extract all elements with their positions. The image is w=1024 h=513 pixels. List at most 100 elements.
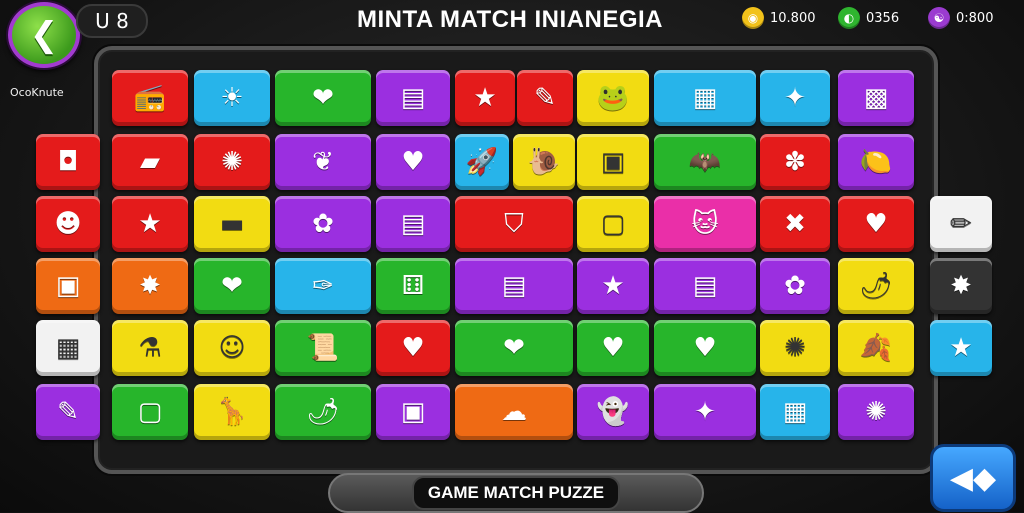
heart-icon: ♥ <box>864 209 888 239</box>
back-button[interactable]: ❮ <box>8 2 80 68</box>
game-tile[interactable]: ★ <box>455 70 515 126</box>
game-tile[interactable]: ▢ <box>577 196 649 252</box>
currency-value: 0356 <box>866 10 900 26</box>
cloud-icon: ☁ <box>501 397 527 427</box>
game-tile[interactable]: ▤ <box>455 258 573 314</box>
chili-icon: 🌶 <box>859 271 893 301</box>
game-tile[interactable]: ▤ <box>376 70 450 126</box>
wand-icon: ✦ <box>784 83 806 113</box>
game-tile[interactable]: ☻ <box>36 196 100 252</box>
star-icon: ✸ <box>139 271 161 301</box>
game-tile[interactable]: ▤ <box>654 258 756 314</box>
chest-icon: ▤ <box>400 209 426 239</box>
bandage-icon: ▰ <box>140 147 160 177</box>
flower-icon: ✿ <box>312 209 334 239</box>
game-tile[interactable]: 🍋 <box>838 134 914 190</box>
game-tile[interactable]: ♥ <box>654 320 756 376</box>
game-tile[interactable]: 🍂 <box>838 320 914 376</box>
game-tile[interactable]: 🚀 <box>455 134 509 190</box>
gear-icon: ✺ <box>784 333 806 363</box>
game-tile[interactable]: ✖ <box>760 196 830 252</box>
game-tile[interactable]: ❦ <box>275 134 371 190</box>
heart-icon: ❤ <box>221 271 243 301</box>
calculator-icon: ▩ <box>863 83 889 113</box>
frog-icon: 🐸 <box>596 83 630 113</box>
game-tile[interactable]: ☁ <box>455 384 573 440</box>
flower-icon: ✿ <box>784 271 806 301</box>
game-tile[interactable]: ⚅ <box>376 258 450 314</box>
game-tile[interactable]: ▬ <box>194 196 270 252</box>
game-tile[interactable]: ♥ <box>376 320 450 376</box>
side-label: OcoKnute <box>10 86 64 99</box>
glass-icon: ▢ <box>137 397 163 427</box>
game-tile[interactable]: ♥ <box>376 134 450 190</box>
game-tile[interactable]: ☀ <box>194 70 270 126</box>
game-tile[interactable]: ◘ <box>36 134 100 190</box>
game-tile[interactable]: 📻 <box>112 70 188 126</box>
shuffle-button[interactable]: ◀◆ <box>930 444 1016 512</box>
game-tile[interactable]: 📜 <box>275 320 371 376</box>
game-tile[interactable]: ✦ <box>760 70 830 126</box>
game-tile[interactable]: ❤ <box>275 70 371 126</box>
virus-icon: ✺ <box>221 147 243 177</box>
heart-icon: ❤ <box>312 83 334 113</box>
game-tile[interactable]: ▰ <box>112 134 188 190</box>
feather-icon: ✑ <box>312 271 334 301</box>
scroll-icon: 📜 <box>306 333 340 363</box>
game-tile[interactable]: 🐱 <box>654 196 756 252</box>
leaf-icon: ❦ <box>312 147 334 177</box>
camera-icon: ◘ <box>57 147 79 177</box>
folder-icon: ▤ <box>400 83 426 113</box>
game-tile[interactable]: 🐌 <box>513 134 575 190</box>
game-tile[interactable]: ▦ <box>36 320 100 376</box>
game-tile[interactable]: ❤ <box>455 320 573 376</box>
game-tile[interactable]: ♥ <box>577 320 649 376</box>
green-gem-icon: ◐ <box>838 7 860 29</box>
star-icon: ✸ <box>950 271 972 301</box>
game-tile[interactable]: ✎ <box>517 70 573 126</box>
game-tile[interactable]: 🦒 <box>194 384 270 440</box>
game-tile[interactable]: ▣ <box>376 384 450 440</box>
game-tile[interactable]: ★ <box>577 258 649 314</box>
game-tile[interactable]: ▦ <box>654 70 756 126</box>
game-tile[interactable]: ✺ <box>194 134 270 190</box>
game-tile[interactable]: ▣ <box>577 134 649 190</box>
game-tile[interactable]: 👻 <box>577 384 649 440</box>
game-tile[interactable]: ✏ <box>930 196 992 252</box>
game-tile[interactable]: ⛉ <box>455 196 573 252</box>
shield-icon: ⛉ <box>504 209 524 239</box>
game-tile[interactable]: ▦ <box>760 384 830 440</box>
game-tile[interactable]: ✺ <box>838 384 914 440</box>
game-tile[interactable]: ✽ <box>760 134 830 190</box>
game-tile[interactable]: ☺ <box>194 320 270 376</box>
game-tile[interactable]: ✿ <box>760 258 830 314</box>
game-tile[interactable]: ★ <box>112 196 188 252</box>
game-tile[interactable]: 🌶 <box>838 258 914 314</box>
pen-icon: ✎ <box>534 83 556 113</box>
game-tile[interactable]: ✑ <box>275 258 371 314</box>
game-tile[interactable]: ▢ <box>112 384 188 440</box>
game-tile[interactable]: ★ <box>930 320 992 376</box>
face-icon: ☺ <box>218 333 246 363</box>
game-tile[interactable]: ✺ <box>760 320 830 376</box>
game-tile[interactable]: ⚗ <box>112 320 188 376</box>
game-tile[interactable]: ▤ <box>376 196 450 252</box>
game-tile[interactable]: ❤ <box>194 258 270 314</box>
game-tile[interactable]: ♥ <box>838 196 914 252</box>
game-tile[interactable]: ✸ <box>112 258 188 314</box>
game-tile[interactable]: ✦ <box>654 384 756 440</box>
smiley-icon: ☻ <box>54 209 82 239</box>
game-tile[interactable]: ✎ <box>36 384 100 440</box>
pencil-icon: ✎ <box>57 397 79 427</box>
game-tile[interactable]: 🦇 <box>654 134 756 190</box>
game-tile[interactable]: ✿ <box>275 196 371 252</box>
toast-icon: ▢ <box>600 209 626 239</box>
bottle-icon: ⚗ <box>138 333 162 363</box>
game-tile[interactable]: ▣ <box>36 258 100 314</box>
disk-icon: ▣ <box>400 397 426 427</box>
game-tile[interactable]: ▩ <box>838 70 914 126</box>
game-tile[interactable]: ✸ <box>930 258 992 314</box>
game-tile[interactable]: 🌶 <box>275 384 371 440</box>
tv-icon: ▦ <box>782 397 808 427</box>
game-tile[interactable]: 🐸 <box>577 70 649 126</box>
